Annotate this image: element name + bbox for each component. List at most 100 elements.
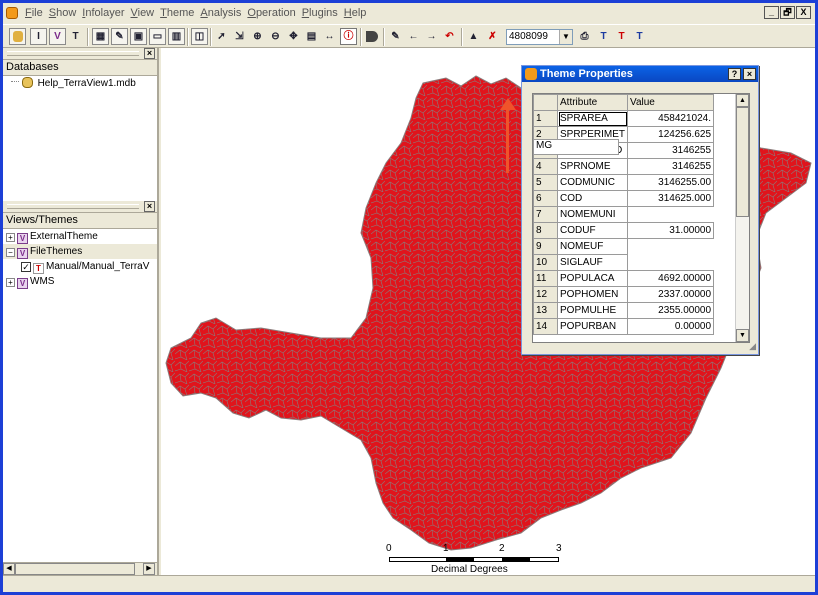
value-cell[interactable]: 0.00000 — [627, 318, 715, 335]
menu-analysis[interactable]: Analysis — [197, 7, 244, 19]
value-cell[interactable]: 3146255.00 — [627, 174, 715, 191]
legend-icon[interactable] — [363, 28, 380, 45]
select-icon[interactable]: ▲ — [465, 28, 482, 45]
delete-icon[interactable]: ✗ — [484, 28, 501, 45]
table-row[interactable]: 8 CODUF 31.00000 — [533, 222, 715, 239]
attribute-cell[interactable]: SPRAREA — [556, 110, 629, 127]
attribute-cell[interactable]: SPRNOME — [556, 158, 629, 175]
print-icon[interactable]: ⎙ — [576, 28, 593, 45]
window-icon[interactable]: ▭ — [149, 28, 166, 45]
infolayer-icon[interactable]: I — [30, 28, 47, 45]
forward-icon[interactable]: → — [423, 28, 440, 45]
expand-icon[interactable]: + — [6, 233, 15, 242]
value-cell[interactable]: 2355.00000 — [627, 302, 715, 319]
database-item[interactable]: Help_TerraView1.mdb — [3, 76, 157, 91]
table-row[interactable]: 9NOMEUFMINAS GERAIS — [533, 139, 714, 255]
back-icon[interactable]: ← — [405, 28, 422, 45]
tree-item-wms[interactable]: + V WMS — [3, 274, 157, 289]
expand-icon[interactable]: + — [6, 278, 15, 287]
table-row[interactable]: 14 POPURBAN 0.00000 — [533, 318, 715, 335]
attribute-cell[interactable]: CODUF — [556, 222, 629, 239]
query-icon[interactable]: ✎ — [111, 28, 128, 45]
text-icon[interactable]: T — [595, 28, 612, 45]
value-cell[interactable]: 3146255 — [627, 142, 715, 159]
menu-view[interactable]: View — [127, 7, 157, 19]
column-header-value[interactable]: Value — [627, 94, 715, 111]
table-row[interactable]: 7NOMEMUNIPADRE CARVALHO — [533, 139, 714, 223]
horizontal-scrollbar[interactable]: ◀ ▶ — [3, 562, 157, 575]
scroll-down-icon[interactable]: ▼ — [736, 329, 749, 342]
vertical-scrollbar[interactable]: ▲ ▼ — [735, 94, 749, 342]
value-cell[interactable]: 31.00000 — [627, 222, 715, 239]
graph-icon[interactable]: ▥ — [168, 28, 185, 45]
zoom-in-icon[interactable]: ⊕ — [249, 28, 266, 45]
dialog-close-button[interactable]: × — [743, 68, 756, 80]
value-cell[interactable]: 124256.625 — [627, 126, 715, 143]
attribute-cell[interactable]: POPULACA — [556, 270, 629, 287]
pan-icon[interactable]: ✥ — [285, 28, 302, 45]
theme-icon[interactable]: T — [67, 28, 84, 45]
close-icon[interactable]: × — [144, 201, 155, 212]
pointer-icon[interactable]: ➚ — [213, 28, 230, 45]
table-row[interactable]: 13 POPMULHE 2355.00000 — [533, 302, 715, 319]
value-cell[interactable]: MG — [533, 139, 619, 155]
theme-visibility-checkbox[interactable]: ✓ — [21, 262, 31, 272]
column-header-attribute[interactable]: Attribute — [556, 94, 629, 111]
info-icon[interactable]: ⓘ — [340, 28, 357, 45]
table-row[interactable]: 5 CODMUNIC 3146255.00 — [533, 174, 715, 191]
menu-operation[interactable]: Operation — [244, 7, 298, 19]
select-area-icon[interactable]: ⇲ — [231, 28, 248, 45]
attribute-cell[interactable]: POPURBAN — [556, 318, 629, 335]
scroll-thumb[interactable] — [736, 107, 749, 217]
collapse-icon[interactable]: − — [6, 248, 15, 257]
zoom-out-icon[interactable]: ⊖ — [267, 28, 284, 45]
help-button[interactable]: ? — [728, 68, 741, 80]
minimize-button[interactable]: _ — [764, 6, 779, 19]
value-cell[interactable]: 458421024. — [627, 110, 715, 127]
close-icon[interactable]: × — [144, 48, 155, 59]
close-button[interactable]: X — [796, 6, 811, 19]
scale-combo[interactable]: 4808099 ▼ — [506, 29, 573, 45]
attribute-cell[interactable]: SIGLAUF — [556, 254, 629, 271]
scroll-up-icon[interactable]: ▲ — [736, 94, 749, 107]
columns-icon[interactable]: ◫ — [191, 28, 208, 45]
attribute-cell[interactable]: CODMUNIC — [556, 174, 629, 191]
value-cell[interactable]: 2337.00000 — [627, 286, 715, 303]
resize-grip-icon[interactable]: ◢ — [749, 341, 756, 352]
value-cell[interactable]: 4692.00000 — [627, 270, 715, 287]
menu-infolayer[interactable]: Infolayer — [79, 7, 127, 19]
table-row[interactable]: 1 SPRAREA 458421024. — [533, 110, 715, 127]
menu-show[interactable]: Show — [46, 7, 80, 19]
text-visual-icon[interactable]: T — [631, 28, 648, 45]
view-icon[interactable]: V — [49, 28, 66, 45]
table-row[interactable]: 6 COD 314625.000 — [533, 190, 715, 207]
table-row[interactable]: 11 POPULACA 4692.00000 — [533, 270, 715, 287]
restore-button[interactable]: 🗗 — [780, 6, 795, 19]
distance-icon[interactable]: ↔ — [321, 28, 338, 45]
tree-item-filethemes[interactable]: − V FileThemes — [3, 244, 157, 259]
menu-plugins[interactable]: Plugins — [299, 7, 341, 19]
scroll-right-icon[interactable]: ▶ — [143, 563, 155, 575]
draw-icon[interactable]: ✎ — [387, 28, 404, 45]
scroll-left-icon[interactable]: ◀ — [3, 563, 15, 575]
attribute-cell[interactable]: NOMEMUNI — [556, 206, 629, 223]
chevron-down-icon[interactable]: ▼ — [559, 30, 572, 44]
attribute-cell[interactable]: POPHOMEN — [556, 286, 629, 303]
app-icon[interactable] — [6, 7, 18, 19]
tree-item-externaltheme[interactable]: + V ExternalTheme — [3, 229, 157, 244]
attribute-cell[interactable]: NOMEUF — [556, 238, 629, 255]
table-row[interactable]: 12 POPHOMEN 2337.00000 — [533, 286, 715, 303]
attribute-cell[interactable]: POPMULHE — [556, 302, 629, 319]
grid-icon[interactable]: ▣ — [130, 28, 147, 45]
database-icon[interactable] — [9, 28, 26, 45]
undo-icon[interactable]: ↶ — [441, 28, 458, 45]
menu-help[interactable]: Help — [341, 7, 370, 19]
table-row[interactable]: 4 SPRNOME 3146255 — [533, 158, 715, 175]
scroll-thumb[interactable] — [15, 563, 135, 575]
zoom-extent-icon[interactable]: ▤ — [303, 28, 320, 45]
value-cell[interactable]: 3146255 — [627, 158, 715, 175]
menu-theme[interactable]: Theme — [157, 7, 197, 19]
import-icon[interactable]: ▦ — [92, 28, 109, 45]
text-tag-icon[interactable]: T — [613, 28, 630, 45]
value-cell[interactable]: 314625.000 — [627, 190, 715, 207]
